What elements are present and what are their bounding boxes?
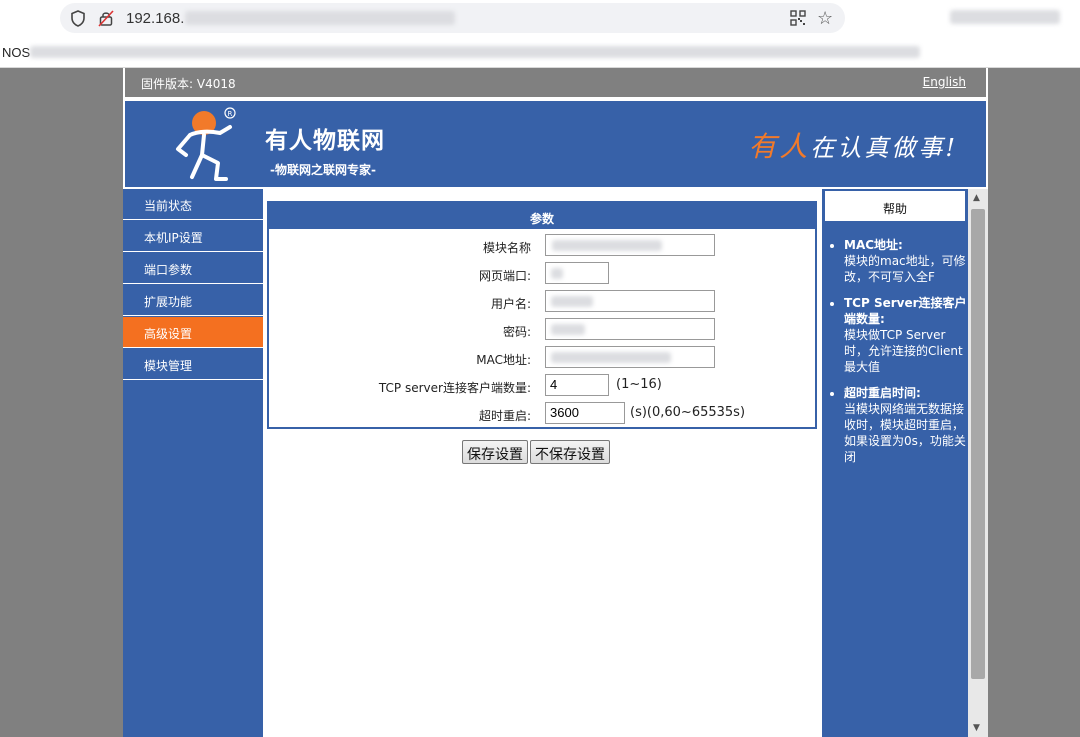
- params-panel: 参数 模块名称 网页端口: 用户名: 密码: MAC地址: TCP server…: [267, 201, 817, 429]
- form-row-username: 用户名:: [269, 290, 815, 316]
- field-label: 密码:: [502, 325, 531, 339]
- sidebar-nav: 当前状态 本机IP设置 端口参数 扩展功能 高级设置 模块管理: [123, 189, 263, 737]
- username-input[interactable]: [545, 290, 715, 312]
- qr-code-icon[interactable]: [790, 10, 806, 26]
- tcp-clients-input[interactable]: 4: [545, 374, 609, 396]
- main-content: 参数 模块名称 网页端口: 用户名: 密码: MAC地址: TCP server…: [263, 189, 820, 737]
- timeout-restart-input[interactable]: 3600: [545, 402, 625, 424]
- sidebar-item-status[interactable]: 当前状态: [123, 189, 263, 220]
- timeout-restart-range: (s)(0,60~65535s): [630, 405, 746, 420]
- scroll-down-icon[interactable]: ▼: [973, 723, 980, 733]
- field-label: 超时重启:: [478, 409, 531, 423]
- help-item-timeout: 超时重启时间:当模块网络端无数据接收时，模块超时重启，如果设置为0s，功能关闭: [844, 385, 968, 465]
- help-title: 帮助: [823, 189, 967, 223]
- firmware-version: 固件版本: V4018: [141, 77, 236, 91]
- redacted-value: [551, 324, 585, 335]
- english-link[interactable]: English: [923, 75, 966, 89]
- sidebar-item-advanced[interactable]: 高级设置: [123, 317, 263, 348]
- page-scrollbar[interactable]: ▲ ▼: [968, 189, 988, 737]
- help-item-mac: MAC地址:模块的mac地址，可修改，不可写入全F: [844, 237, 968, 285]
- form-row-mac: MAC地址:: [269, 346, 815, 372]
- save-button[interactable]: 保存设置: [462, 440, 528, 464]
- password-input[interactable]: [545, 318, 715, 340]
- banner: R 有人物联网 -物联网之联网专家- 有人在认真做事!: [123, 99, 988, 189]
- redacted-url: [185, 11, 455, 25]
- browser-chrome: 192.168. ☆ NOS: [0, 0, 1080, 68]
- tcp-clients-range: (1~16): [616, 377, 662, 392]
- module-name-input[interactable]: [545, 234, 715, 256]
- field-label: MAC地址:: [476, 353, 531, 367]
- url-text[interactable]: 192.168.: [126, 10, 184, 27]
- redacted-bookmarks: [30, 46, 920, 58]
- web-port-input[interactable]: [545, 262, 609, 284]
- form-buttons: 保存设置 不保存设置: [462, 440, 612, 464]
- field-label: 网页端口:: [478, 269, 531, 283]
- form-row-timeout-restart: 超时重启: 3600 (s)(0,60~65535s): [269, 402, 815, 428]
- sidebar-item-ip-settings[interactable]: 本机IP设置: [123, 221, 263, 252]
- help-item-tcp-clients: TCP Server连接客户端数量:模块做TCP Server时，允许连接的Cl…: [844, 295, 968, 375]
- sidebar-item-port-params[interactable]: 端口参数: [123, 253, 263, 284]
- address-bar[interactable]: 192.168. ☆: [60, 3, 845, 33]
- brand-name: 有人物联网: [265, 128, 385, 154]
- redacted-toolbar: [950, 10, 1060, 24]
- redacted-value: [551, 296, 593, 307]
- top-bar: 固件版本: V4018 English: [123, 68, 988, 99]
- form-row-tcp-clients: TCP server连接客户端数量: 4 (1~16): [269, 374, 815, 400]
- sidebar-item-extended[interactable]: 扩展功能: [123, 285, 263, 316]
- field-label: 模块名称: [482, 241, 531, 255]
- insecure-lock-icon[interactable]: [98, 10, 114, 27]
- brand-subtitle: -物联网之联网专家-: [270, 163, 376, 177]
- svg-text:R: R: [228, 110, 233, 118]
- panel-title: 参数: [269, 203, 815, 229]
- config-page: 固件版本: V4018 English R 有人物联网 -物联网之联网专家- 有…: [123, 68, 988, 737]
- field-label: TCP server连接客户端数量:: [378, 381, 531, 395]
- form-row-web-port: 网页端口:: [269, 262, 815, 288]
- sidebar-item-module-mgmt[interactable]: 模块管理: [123, 349, 263, 380]
- usr-logo-icon: R: [176, 107, 236, 181]
- shield-icon[interactable]: [70, 10, 86, 27]
- help-list: MAC地址:模块的mac地址，可修改，不可写入全F TCP Server连接客户…: [822, 237, 968, 465]
- form-row-module-name: 模块名称: [269, 234, 815, 260]
- bookmark-item[interactable]: NOS: [2, 45, 30, 60]
- scroll-up-icon[interactable]: ▲: [973, 193, 980, 203]
- redacted-value: [551, 352, 671, 363]
- redacted-value: [552, 240, 662, 251]
- slogan: 有人在认真做事!: [748, 130, 958, 163]
- scrollbar-thumb[interactable]: [971, 209, 985, 679]
- mac-address-input[interactable]: [545, 346, 715, 368]
- bookmark-star-icon[interactable]: ☆: [817, 8, 833, 29]
- bookmarks-bar: NOS: [0, 38, 1080, 66]
- redacted-value: [551, 268, 563, 279]
- help-panel: 帮助 MAC地址:模块的mac地址，可修改，不可写入全F TCP Server连…: [820, 189, 968, 737]
- cancel-button[interactable]: 不保存设置: [530, 440, 610, 464]
- field-label: 用户名:: [490, 297, 531, 311]
- form-row-password: 密码:: [269, 318, 815, 344]
